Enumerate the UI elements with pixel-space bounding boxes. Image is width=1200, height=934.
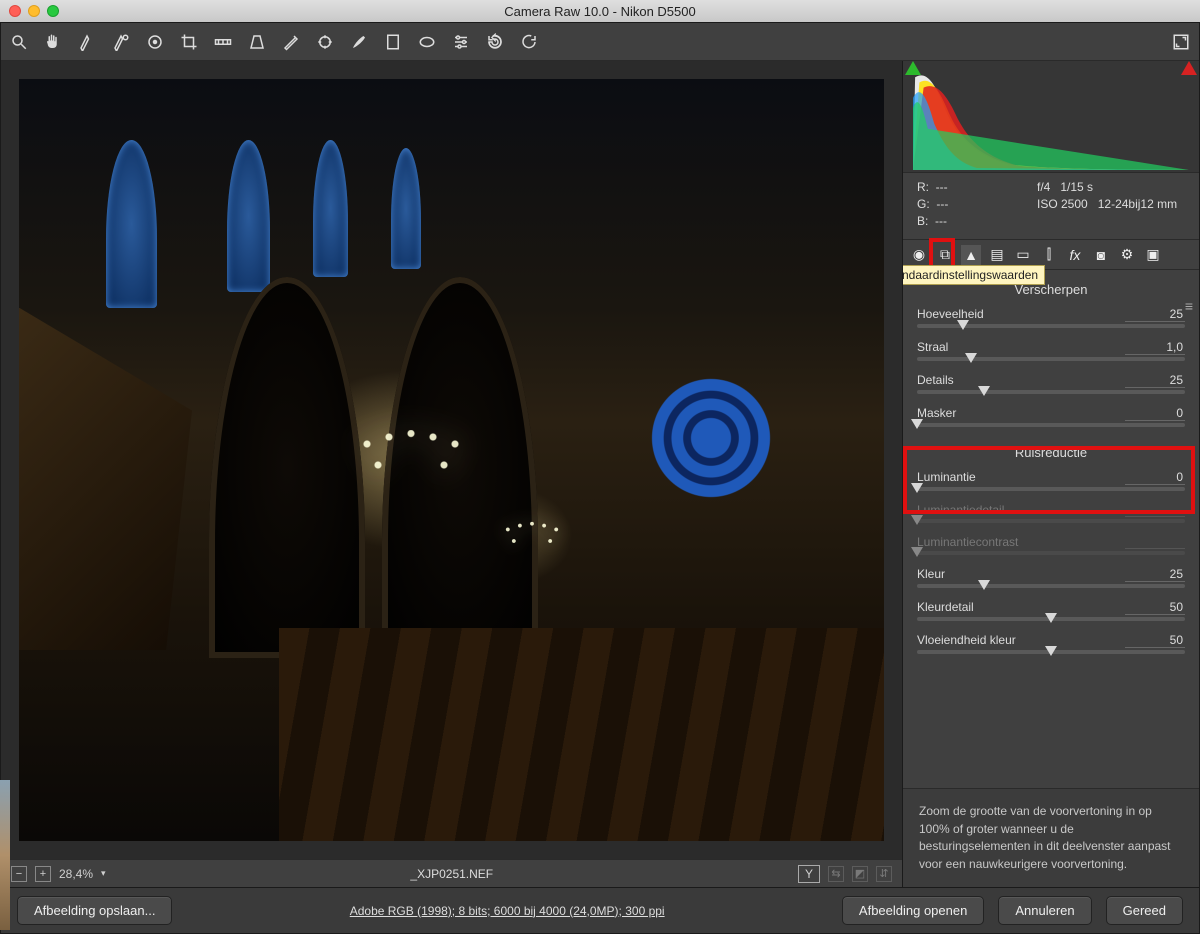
maximize-window-button[interactable]	[47, 5, 59, 17]
background-sliver	[0, 780, 10, 930]
amount-slider[interactable]: Hoeveelheid 25	[917, 307, 1185, 328]
sharpen-heading: Verscherpen	[917, 282, 1185, 297]
color-label: Kleur	[917, 567, 945, 582]
hsl-tab-icon[interactable]: ▤	[987, 245, 1007, 265]
compare-before-icon[interactable]: ⇆	[828, 866, 844, 882]
minimize-window-button[interactable]	[28, 5, 40, 17]
luminance-contrast-label: Luminantiecontrast	[917, 535, 1018, 549]
preview-status-bar: − + 28,4% ▾ _XJP0251.NEF Y ⇆ ◩ ⇵	[1, 859, 902, 887]
color-detail-label: Kleurdetail	[917, 600, 974, 615]
save-image-button[interactable]: Afbeelding opslaan...	[17, 896, 172, 925]
smoothness-slider[interactable]: Vloeiendheid kleur 50	[917, 633, 1185, 654]
g-value: ---	[936, 197, 948, 211]
mac-titlebar: Camera Raw 10.0 - Nikon D5500	[0, 0, 1200, 22]
red-eye-tool-icon[interactable]	[315, 32, 335, 52]
open-image-button[interactable]: Afbeelding openen	[842, 896, 984, 925]
amount-label: Hoeveelheid	[917, 307, 984, 322]
r-label: R:	[917, 180, 929, 194]
smoothness-value[interactable]: 50	[1125, 633, 1185, 648]
noise-heading: Ruisreductie	[917, 445, 1185, 460]
luminance-detail-label: Luminantiedetail	[917, 503, 1004, 517]
luminance-value[interactable]: 0	[1125, 470, 1185, 485]
top-toolbar	[1, 23, 1199, 61]
fx-tab-icon[interactable]: fx	[1065, 245, 1085, 265]
aperture-value: f/4	[1037, 180, 1050, 194]
luminance-slider[interactable]: Luminantie 0	[917, 470, 1185, 491]
workflow-settings-link[interactable]: Adobe RGB (1998); 8 bits; 6000 bij 4000 …	[186, 904, 827, 918]
spot-removal-tool-icon[interactable]	[281, 32, 301, 52]
zoom-tool-icon[interactable]	[9, 32, 29, 52]
amount-value[interactable]: 25	[1125, 307, 1185, 322]
curve-tab-icon[interactable]: ⧉	[935, 245, 955, 265]
zoom-level[interactable]: 28,4%	[59, 867, 93, 881]
color-detail-value[interactable]: 50	[1125, 600, 1185, 615]
presets-tab-icon[interactable]: ⚙	[1117, 245, 1137, 265]
hint-text: Zoom de grootte van de voorvertoning in …	[903, 788, 1199, 887]
hand-tool-icon[interactable]	[43, 32, 63, 52]
window-title: Camera Raw 10.0 - Nikon D5500	[504, 4, 695, 19]
fullscreen-icon[interactable]	[1171, 32, 1191, 52]
panel-menu-icon[interactable]: ≡	[1185, 298, 1193, 314]
preview-mode-button[interactable]: Y	[798, 865, 820, 883]
zoom-dropdown-icon[interactable]: ▾	[101, 868, 106, 879]
luminance-label: Luminantie	[917, 470, 976, 485]
rotate-cw-icon[interactable]	[519, 32, 539, 52]
radial-filter-tool-icon[interactable]	[417, 32, 437, 52]
b-value: ---	[935, 214, 947, 228]
color-sampler-tool-icon[interactable]	[111, 32, 131, 52]
luminance-contrast-slider: Luminantiecontrast	[917, 535, 1185, 555]
straighten-tool-icon[interactable]	[213, 32, 233, 52]
shutter-value: 1/15 s	[1060, 180, 1093, 194]
preferences-icon[interactable]	[451, 32, 471, 52]
cancel-button[interactable]: Annuleren	[998, 896, 1091, 925]
graduated-filter-tool-icon[interactable]	[383, 32, 403, 52]
histogram[interactable]	[903, 61, 1199, 173]
exif-info: R: --- G: --- B: --- f/4 1/15 s ISO 2500…	[903, 173, 1199, 240]
image-preview[interactable]	[1, 61, 902, 859]
panel-tabs: ◉ ⧉ ▲ ▤ ▭ ⫿ fx ◙ ⚙ ▣ Standaardinstelling…	[903, 240, 1199, 270]
filmstrip-plus-icon[interactable]: +	[35, 866, 51, 882]
basic-tab-icon[interactable]: ◉	[909, 245, 929, 265]
targeted-adjustment-tool-icon[interactable]	[145, 32, 165, 52]
white-balance-tool-icon[interactable]	[77, 32, 97, 52]
luminance-detail-value	[1125, 503, 1185, 517]
mask-value[interactable]: 0	[1125, 406, 1185, 421]
detail-panel: ≡ Verscherpen Hoeveelheid 25 Straal 1,0 De…	[903, 270, 1199, 788]
radius-slider[interactable]: Straal 1,0	[917, 340, 1185, 361]
luminance-contrast-value	[1125, 535, 1185, 549]
color-detail-slider[interactable]: Kleurdetail 50	[917, 600, 1185, 621]
detail-value[interactable]: 25	[1125, 373, 1185, 388]
b-label: B:	[917, 214, 928, 228]
filmstrip-minus-icon[interactable]: −	[11, 866, 27, 882]
adjustment-brush-tool-icon[interactable]	[349, 32, 369, 52]
compare-swap-icon[interactable]: ⇵	[876, 866, 892, 882]
r-value: ---	[936, 180, 948, 194]
luminance-detail-slider: Luminantiedetail	[917, 503, 1185, 523]
mask-slider[interactable]: Masker0	[917, 406, 1185, 427]
lens-tab-icon[interactable]: ⫿	[1039, 245, 1059, 265]
smoothness-label: Vloeiendheid kleur	[917, 633, 1016, 648]
detail-label: Details	[917, 373, 954, 388]
radius-value[interactable]: 1,0	[1125, 340, 1185, 355]
close-window-button[interactable]	[9, 5, 21, 17]
done-button[interactable]: Gereed	[1106, 896, 1183, 925]
iso-value: ISO 2500	[1037, 197, 1088, 211]
detail-tab-icon[interactable]: ▲	[961, 245, 981, 265]
crop-tool-icon[interactable]	[179, 32, 199, 52]
snapshots-tab-icon[interactable]: ▣	[1143, 245, 1163, 265]
detail-slider[interactable]: Details 25	[917, 373, 1185, 394]
lens-value: 12-24bij12 mm	[1098, 197, 1177, 211]
filename-label: _XJP0251.NEF	[114, 867, 790, 881]
transform-tool-icon[interactable]	[247, 32, 267, 52]
rotate-ccw-icon[interactable]	[485, 32, 505, 52]
color-value[interactable]: 25	[1125, 567, 1185, 582]
radius-label: Straal	[917, 340, 948, 355]
color-slider[interactable]: Kleur 25	[917, 567, 1185, 588]
bottom-bar: Afbeelding opslaan... Adobe RGB (1998); …	[1, 887, 1199, 933]
split-tab-icon[interactable]: ▭	[1013, 245, 1033, 265]
camera-tab-icon[interactable]: ◙	[1091, 245, 1111, 265]
g-label: G:	[917, 197, 930, 211]
compare-split-icon[interactable]: ◩	[852, 866, 868, 882]
